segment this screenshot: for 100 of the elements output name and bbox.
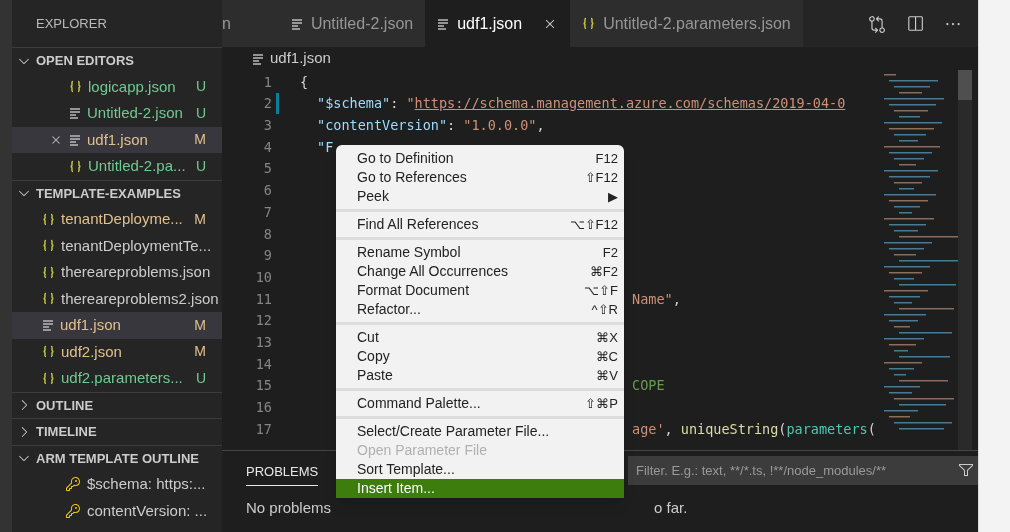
menu-item[interactable]: Select/Create Parameter File... — [336, 422, 624, 441]
file-item[interactable]: udf2.json M — [12, 338, 222, 365]
status-letter: M — [194, 342, 206, 362]
file-name: Untitled-2.json — [87, 103, 183, 123]
code-token: : — [447, 116, 457, 136]
editor-tab[interactable]: udf1.json — [425, 0, 571, 47]
status-letter: U — [195, 77, 206, 97]
menu-item[interactable]: Rename Symbol F2 — [336, 243, 624, 262]
status-letter: M — [194, 315, 206, 335]
file-item[interactable]: Untitled-2.json U — [12, 100, 222, 127]
code-token: parameters — [786, 419, 868, 439]
file-name: thereareproblems2.json — [61, 288, 219, 309]
menu-item[interactable]: Sort Template... — [336, 460, 624, 479]
file-item[interactable]: udf1.json M — [12, 126, 222, 153]
code-token: ( — [867, 419, 876, 439]
editor-tab[interactable]: Untitled-2.parameters.json — [570, 0, 803, 47]
status-letter: U — [195, 156, 206, 176]
file-item[interactable]: logicapp.json U — [12, 73, 222, 100]
section-header[interactable]: OUTLINE — [12, 391, 222, 418]
menu-item[interactable]: Paste ⌘V — [336, 366, 624, 385]
braces-icon — [42, 371, 55, 385]
compare-icon[interactable] — [868, 14, 886, 33]
status-letter: M — [194, 130, 206, 150]
menu-item[interactable]: Go to Definition F12 — [336, 149, 624, 168]
menu-item[interactable]: Refactor... ^⇧R — [336, 300, 624, 319]
menu-item[interactable]: Format Document ⌥⇧F — [336, 281, 624, 300]
breadcrumb[interactable]: udf1.json — [270, 47, 331, 70]
line-number: 7 — [262, 202, 272, 222]
menu-item[interactable]: Peek ▶ — [336, 187, 624, 206]
status-letter: U — [195, 368, 206, 388]
menu-item[interactable]: Change All Occurrences ⌘F2 — [336, 262, 624, 281]
lines-icon — [69, 133, 81, 146]
menu-item[interactable]: Copy ⌘C — [336, 347, 624, 366]
file-item[interactable]: thereareproblems2.json — [12, 285, 222, 312]
section-header[interactable]: ARM TEMPLATE OUTLINE — [12, 444, 222, 471]
file-name: Untitled-2.pa... — [88, 156, 186, 176]
section-header[interactable]: TEMPLATE-EXAMPLES — [12, 179, 222, 206]
menu-item[interactable]: Cut ⌘X — [336, 328, 624, 347]
code-token: { — [300, 72, 309, 92]
code-token: ( — [778, 419, 787, 439]
line-number: 11 — [254, 289, 272, 309]
line-number: 4 — [262, 137, 272, 157]
editor-tab[interactable]: Untitled-2.json — [278, 0, 426, 47]
file-item[interactable]: tenantDeployme... M — [12, 206, 222, 233]
braces-icon — [42, 345, 55, 359]
line-number: 12 — [254, 311, 272, 331]
file-item[interactable]: Untitled-2.pa... U — [12, 153, 222, 180]
lines-icon — [42, 319, 54, 332]
code-token: "$schema" — [317, 94, 391, 114]
lines-icon — [437, 17, 450, 30]
braces-icon — [42, 239, 55, 253]
modified-line-marker — [276, 92, 279, 115]
file-name: thereareproblems.json — [61, 262, 211, 282]
status-letter: M — [194, 209, 206, 229]
braces-icon — [42, 212, 55, 226]
line-number: 8 — [262, 224, 272, 244]
section-header[interactable]: OPEN EDITORS — [12, 47, 222, 74]
menu-item[interactable]: Find All References ⌥⇧F12 — [336, 215, 624, 234]
filter-field[interactable]: Filter. E.g.: text, **/*.ts, !**/node_modules/** — [628, 455, 978, 485]
filter-icon[interactable] — [958, 461, 974, 478]
code-token: " — [406, 94, 415, 114]
file-name: udf2.json — [61, 341, 122, 362]
file-name: tenantDeployme... — [61, 209, 183, 229]
line-number: 1 — [262, 72, 272, 92]
code-token: https://schema.management.azure.com/schemas/2019-04-0 — [414, 94, 846, 114]
status-letter: U — [195, 103, 206, 123]
file-name: contentVersion: ... — [87, 500, 208, 521]
line-number: 13 — [254, 332, 272, 352]
braces-icon — [69, 80, 82, 94]
line-number: 5 — [262, 159, 272, 179]
code-token: , — [672, 289, 681, 309]
braces-icon — [69, 159, 82, 173]
file-name: udf1.json — [87, 129, 148, 150]
code-token: , — [664, 419, 674, 439]
code-token: : — [390, 94, 400, 114]
file-item[interactable]: thereareproblems.json — [12, 259, 222, 286]
file-item[interactable]: udf2.parameters... U — [12, 365, 222, 392]
file-item[interactable]: udf1.json M — [12, 312, 222, 339]
file-item[interactable]: tenantDeploymentTe... — [12, 232, 222, 259]
split-editor-icon[interactable] — [906, 14, 924, 33]
file-name: udf2.parameters... — [61, 368, 183, 388]
menu-item[interactable]: Command Palette... ⇧⌘P — [336, 394, 624, 413]
line-number: 14 — [254, 354, 272, 374]
file-name: udf1.json — [60, 315, 121, 335]
file-item[interactable]: contentVersion: ... — [12, 497, 222, 524]
code-token: age' — [632, 419, 665, 439]
line-number: 10 — [254, 267, 272, 287]
line-number: 3 — [262, 116, 272, 136]
code-token: uniqueString — [680, 419, 779, 439]
panel-message: o far. — [654, 498, 688, 518]
file-item[interactable]: $schema: https:... — [12, 471, 222, 498]
menu-item[interactable]: Go to References ⇧F12 — [336, 168, 624, 187]
editor-tab[interactable]: n — [222, 0, 279, 47]
file-name: tenantDeploymentTe... — [61, 235, 212, 256]
file-name: logicapp.json — [88, 76, 176, 97]
menu-item[interactable]: Insert Item... — [336, 479, 624, 498]
lines-icon — [252, 52, 264, 65]
panel-tab[interactable]: PROBLEMS — [246, 453, 319, 487]
braces-icon — [42, 265, 55, 279]
section-header[interactable]: TIMELINE — [12, 418, 222, 445]
